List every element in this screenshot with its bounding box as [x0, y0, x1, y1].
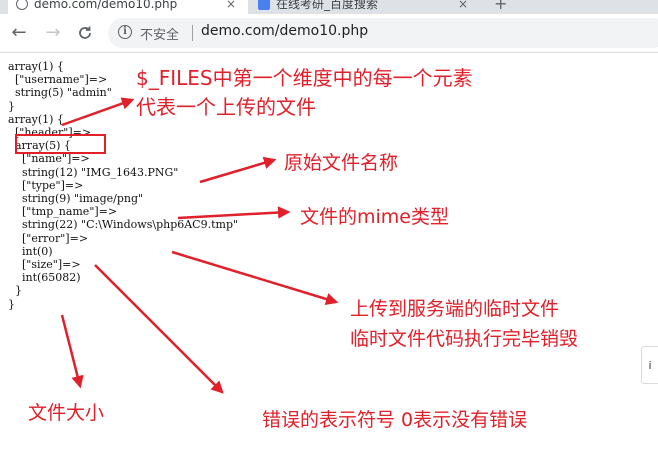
close-tab-icon[interactable]: ×	[458, 0, 468, 14]
dump-line: ["type"]=>	[8, 178, 84, 192]
back-arrow-icon[interactable]: ←	[8, 22, 30, 44]
browser-toolbar: ← → i 不安全 demo.com/demo10.php	[0, 14, 658, 53]
side-panel-tab[interactable]: i	[641, 346, 658, 384]
size-note: 文件大小	[28, 402, 105, 424]
new-tab-icon[interactable]: +	[494, 0, 507, 14]
forward-arrow-icon[interactable]: →	[42, 22, 64, 44]
error-note: 错误的表示符号 0表示没有错误	[262, 409, 528, 431]
tab-title: demo.com/demo10.php	[34, 0, 178, 11]
tab-title: 在线考研_百度搜索	[276, 0, 379, 11]
arrow-to-size-note	[60, 314, 84, 389]
files-dimension-note-line2: 代表一个上传的文件	[136, 95, 316, 119]
dump-line: ["error"]=>	[8, 231, 89, 245]
globe-icon	[16, 0, 28, 10]
files-dimension-note-line1: $_FILES中第一个维度中的每一个元素	[136, 66, 473, 90]
close-tab-icon[interactable]: ×	[226, 0, 236, 14]
files-dimension-note: $_FILES中第一个维度中的每一个元素 代表一个上传的文件	[136, 64, 473, 122]
dump-line: int(65082)	[8, 271, 81, 285]
address-divider	[192, 25, 193, 41]
tmp-file-note-line2: 临时文件代码执行完毕销毁	[350, 328, 579, 350]
tab-baidu-search[interactable]: 在线考研_百度搜索 ×	[250, 0, 480, 14]
baidu-favicon-icon	[258, 0, 270, 10]
type-note: 文件的mime类型	[300, 206, 449, 228]
dump-line: ["size"]=>	[8, 258, 81, 272]
dump-line: int(0)	[8, 244, 53, 258]
tmp-file-note-line1: 上传到服务端的临时文件	[350, 298, 560, 320]
address-bar[interactable]: i 不安全 demo.com/demo10.php	[108, 18, 658, 48]
header-highlight-box	[15, 134, 106, 154]
tmp-file-note: 上传到服务端的临时文件 临时文件代码执行完毕销毁	[350, 294, 578, 354]
tab-demo10[interactable]: demo.com/demo10.php ×	[8, 0, 248, 14]
url-text[interactable]: demo.com/demo10.php	[201, 23, 368, 39]
reload-icon[interactable]	[74, 22, 96, 44]
security-label[interactable]: 不安全	[140, 24, 179, 43]
tab-strip: demo.com/demo10.php × 在线考研_百度搜索 × +	[0, 0, 658, 14]
name-note: 原始文件名称	[284, 152, 399, 174]
info-icon[interactable]: i	[118, 25, 132, 39]
